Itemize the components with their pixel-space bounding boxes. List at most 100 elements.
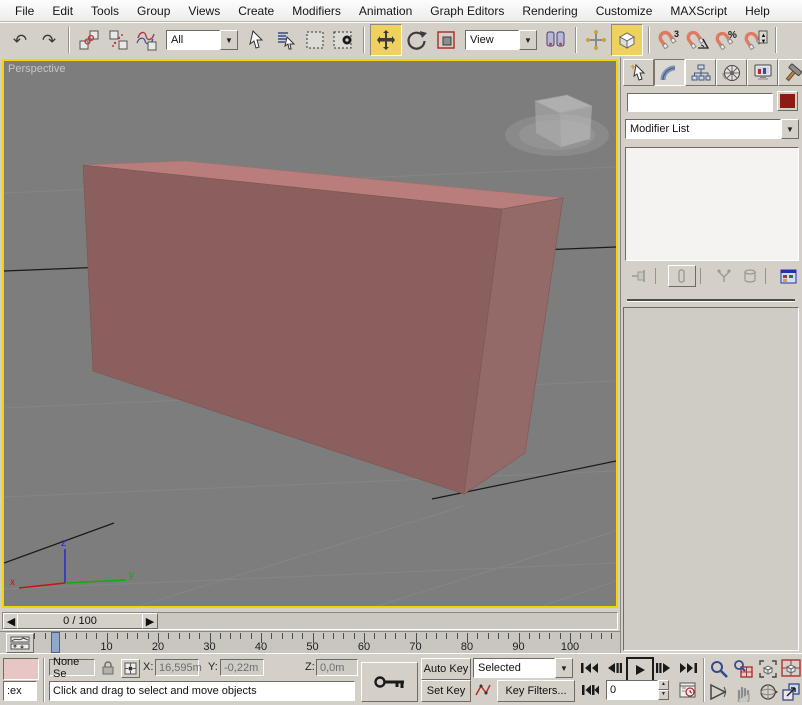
spinner-down-icon[interactable]: ▼ [658, 690, 669, 700]
select-and-scale-button[interactable] [432, 26, 460, 54]
time-slider-next-button[interactable]: ▶ [142, 613, 158, 629]
menu-tools[interactable]: Tools [82, 2, 128, 20]
select-and-rotate-button[interactable] [403, 26, 431, 54]
menu-help[interactable]: Help [736, 2, 779, 20]
configure-modifier-sets-button[interactable] [778, 267, 800, 285]
tab-motion[interactable] [716, 59, 747, 86]
current-frame-field[interactable]: 0 [606, 680, 658, 700]
select-and-move-button[interactable] [370, 24, 402, 56]
menu-group[interactable]: Group [128, 2, 179, 20]
selection-lock-toggle[interactable] [99, 659, 116, 676]
spinner-snap-toggle[interactable]: ▲ ▼ [742, 26, 770, 54]
snaps-toggle-3d-button[interactable]: 3 [655, 26, 683, 54]
menu-create[interactable]: Create [229, 2, 283, 20]
unlink-selection-button[interactable] [104, 26, 132, 54]
menu-modifiers[interactable]: Modifiers [283, 2, 350, 20]
bind-to-space-warp-button[interactable] [133, 26, 161, 54]
zoom-extents-all-button[interactable] [780, 658, 801, 679]
key-mode-toggle[interactable] [578, 680, 602, 700]
spinner-up-icon[interactable]: ▲ [658, 680, 669, 690]
tab-display[interactable] [747, 59, 778, 86]
window-crossing-toggle[interactable] [330, 26, 358, 54]
select-by-name-button[interactable] [272, 26, 300, 54]
rectangular-selection-region-button[interactable] [301, 26, 329, 54]
chevron-down-icon[interactable]: ▼ [519, 30, 537, 50]
frame-spinner[interactable]: ▲ ▼ [658, 680, 669, 700]
select-and-manipulate-button[interactable] [582, 26, 610, 54]
chevron-down-icon[interactable]: ▼ [781, 119, 799, 139]
status-bar: :ex None Se X: 16,595m Y: -0,22m Z: 0,0m… [0, 653, 802, 705]
previous-frame-button[interactable] [604, 658, 624, 678]
box-object[interactable] [82, 160, 564, 495]
menu-graph-editors[interactable]: Graph Editors [421, 2, 513, 20]
maxscript-mini-listener[interactable]: :ex [3, 681, 37, 701]
make-unique-button[interactable] [713, 267, 735, 285]
y-coordinate-field[interactable]: -0,22m [220, 659, 264, 676]
go-to-end-button[interactable] [676, 658, 700, 678]
zoom-all-button[interactable] [731, 658, 754, 679]
menu-file[interactable]: File [6, 2, 43, 20]
menu-views[interactable]: Views [179, 2, 229, 20]
zoom-button[interactable] [707, 658, 730, 679]
arc-rotate-button[interactable] [756, 681, 779, 702]
redo-button[interactable]: ↷ [35, 26, 63, 54]
track-bar[interactable]: 0102030405060708090100 [0, 631, 620, 654]
time-configuration-button[interactable] [676, 680, 698, 700]
svg-text:3: 3 [674, 29, 679, 39]
track-bar-frame-marker[interactable] [51, 632, 60, 653]
key-filters-button[interactable]: Key Filters... [497, 680, 575, 702]
magnet-3d-icon: 3 [658, 29, 679, 50]
scale-icon [437, 31, 455, 49]
chevron-down-icon[interactable]: ▼ [220, 30, 238, 50]
undo-button[interactable]: ↶ [6, 26, 34, 54]
absolute-mode-transform-button[interactable] [121, 659, 140, 678]
set-key-button[interactable]: Set Key [421, 680, 471, 702]
3ds-max-window: { "menu": { "items": ["File","Edit","Too… [0, 0, 802, 705]
select-object-button[interactable] [243, 26, 271, 54]
z-coordinate-field[interactable]: 0,0m [316, 659, 358, 676]
show-end-result-button[interactable] [668, 265, 696, 287]
zoom-extents-button[interactable] [756, 658, 779, 679]
tab-create[interactable] [623, 59, 654, 86]
chevron-down-icon[interactable]: ▼ [555, 658, 573, 678]
menu-animation[interactable]: Animation [350, 2, 421, 20]
keyboard-shortcut-override-toggle[interactable] [611, 24, 643, 56]
pin-stack-button[interactable] [629, 267, 651, 285]
object-color-button[interactable] [777, 91, 798, 111]
percent-snap-toggle[interactable]: % [713, 26, 741, 54]
menu-customize[interactable]: Customize [587, 2, 662, 20]
use-pivot-point-center-button[interactable] [542, 26, 570, 54]
pan-view-button[interactable] [731, 681, 754, 702]
reference-coordinate-system-combo[interactable]: View ▼ [465, 30, 537, 50]
go-to-start-button[interactable] [578, 658, 602, 678]
viewport-label[interactable]: Perspective [8, 63, 65, 75]
x-coordinate-field[interactable]: 16,595m [155, 659, 202, 676]
set-keys-button[interactable] [361, 662, 418, 702]
rollout-area[interactable] [623, 307, 799, 651]
perspective-viewport[interactable]: z x y Perspective [2, 59, 618, 608]
tab-hierarchy[interactable] [685, 59, 716, 86]
time-slider-handle[interactable]: 0 / 100 [17, 613, 143, 629]
field-of-view-button[interactable] [707, 681, 730, 702]
menu-rendering[interactable]: Rendering [513, 2, 586, 20]
selection-filter-combo[interactable]: All ▼ [166, 30, 238, 50]
next-frame-button[interactable] [654, 658, 674, 678]
select-and-link-button[interactable] [75, 26, 103, 54]
maximize-viewport-toggle[interactable] [780, 681, 801, 702]
object-name-field[interactable] [627, 93, 773, 112]
menu-maxscript[interactable]: MAXScript [661, 2, 736, 20]
new-key-default-inout-button[interactable] [473, 680, 493, 700]
modifier-list-dropdown[interactable]: Modifier List ▼ [625, 119, 799, 139]
select-by-name-icon [278, 32, 296, 50]
angle-snap-toggle[interactable] [684, 26, 712, 54]
macro-recorder-pane[interactable] [3, 658, 39, 680]
menu-edit[interactable]: Edit [43, 2, 82, 20]
tab-utilities[interactable] [778, 59, 802, 86]
open-mini-curve-editor-button[interactable] [6, 633, 34, 653]
modifier-stack-list[interactable] [625, 147, 799, 261]
remove-modifier-button[interactable] [739, 267, 761, 285]
tab-modify[interactable] [654, 59, 685, 86]
auto-key-button[interactable]: Auto Key [421, 658, 471, 680]
key-filter-selection-combo[interactable]: Selected ▼ [473, 658, 573, 678]
pan-hand-icon [737, 686, 749, 702]
